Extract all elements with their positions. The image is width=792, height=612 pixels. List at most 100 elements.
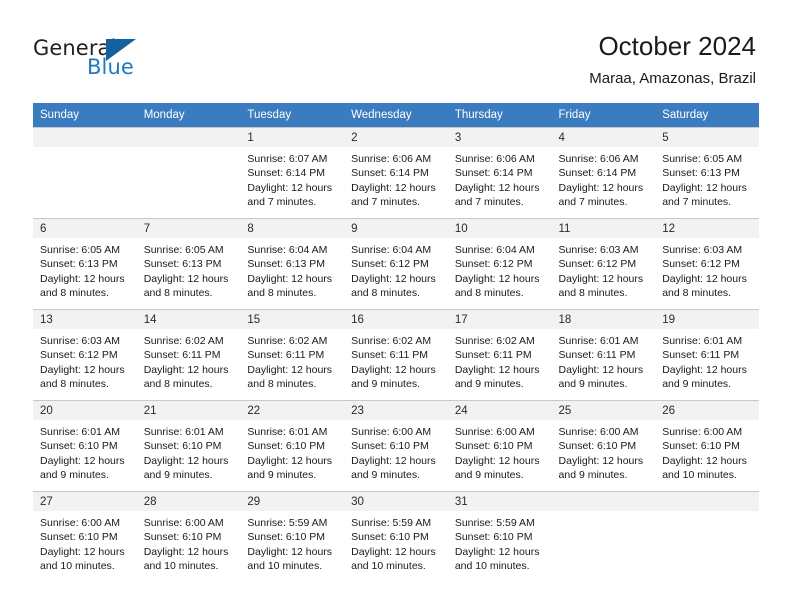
calendar-cell-inner: 21 Sunrise: 6:01 AM Sunset: 6:10 PM Dayligh…: [136, 401, 241, 491]
sunset-time: Sunset: 6:14 PM: [454, 167, 533, 180]
sunset-time: Sunset: 6:11 PM: [247, 349, 325, 362]
calendar-cell-inner: 25 Sunrise: 6:00 AM Sunset: 6:10 PM Dayligh…: [551, 401, 656, 491]
day-number: 27: [33, 492, 137, 511]
calendar-cell-inner: 16 Sunrise: 6:02 AM Sunset: 6:11 PM Dayligh…: [344, 310, 448, 400]
daylight-duration-line1: Daylight: 12 hours: [247, 454, 333, 467]
calendar-day-cell[interactable]: 30 Sunrise: 5:59 AM Sunset: 6:10 PM Dayligh…: [344, 491, 448, 582]
calendar-cell-empty: [655, 491, 759, 582]
day-number: [136, 128, 241, 147]
calendar-cell-inner: 19 Sunrise: 6:01 AM Sunset: 6:11 PM Dayligh…: [655, 310, 759, 400]
calendar-day-cell[interactable]: 17 Sunrise: 6:02 AM Sunset: 6:11 PM Dayligh…: [447, 309, 552, 401]
calendar-day-cell[interactable]: 23 Sunrise: 6:00 AM Sunset: 6:10 PM Dayligh…: [344, 400, 448, 492]
generalblue-logo[interactable]: General Blue: [33, 36, 183, 84]
sunrise-time: Sunrise: 6:06 AM: [558, 153, 639, 165]
daylight-duration-line2: and 10 minutes.: [247, 559, 323, 572]
calendar-day-cell[interactable]: 25 Sunrise: 6:00 AM Sunset: 6:10 PM Dayligh…: [551, 400, 656, 492]
sun-info: Sunrise: 6:02 AM Sunset: 6:11 PM Daylight:…: [344, 329, 448, 391]
sunrise-time: Sunrise: 6:05 AM: [662, 153, 743, 165]
calendar-cell-inner: 10 Sunrise: 6:04 AM Sunset: 6:12 PM Dayligh…: [447, 219, 552, 309]
sunrise-time: Sunrise: 6:03 AM: [40, 335, 120, 347]
calendar-cell-inner: 28 Sunrise: 6:00 AM Sunset: 6:10 PM Dayligh…: [136, 492, 241, 582]
sun-info: Sunrise: 6:06 AM Sunset: 6:14 PM Daylight:…: [448, 147, 552, 209]
calendar-day-cell[interactable]: 18 Sunrise: 6:01 AM Sunset: 6:11 PM Dayligh…: [551, 309, 656, 401]
sunrise-time: Sunrise: 6:04 AM: [454, 244, 535, 256]
calendar-day-cell[interactable]: 2 Sunrise: 6:06 AM Sunset: 6:14 PM Daylight…: [344, 127, 448, 219]
daylight-duration-line2: and 8 minutes.: [40, 286, 109, 299]
calendar-day-cell[interactable]: 24 Sunrise: 6:00 AM Sunset: 6:10 PM Dayligh…: [447, 400, 552, 492]
sunset-time: Sunset: 6:11 PM: [351, 349, 428, 362]
calendar-day-cell[interactable]: 27 Sunrise: 6:00 AM Sunset: 6:10 PM Dayligh…: [33, 491, 137, 582]
calendar-day-cell[interactable]: 10 Sunrise: 6:04 AM Sunset: 6:12 PM Dayligh…: [447, 218, 552, 310]
daylight-duration-line1: Daylight: 12 hours: [247, 272, 333, 285]
daylight-duration-line1: Daylight: 12 hours: [558, 272, 644, 285]
day-number: 1: [240, 128, 345, 147]
sun-info: Sunrise: 5:59 AM Sunset: 6:10 PM Daylight:…: [448, 511, 552, 573]
sunset-time: Sunset: 6:12 PM: [662, 258, 740, 271]
calendar-day-cell[interactable]: 15 Sunrise: 6:02 AM Sunset: 6:11 PM Dayligh…: [240, 309, 345, 401]
day-number: 31: [447, 492, 552, 511]
calendar-day-cell[interactable]: 11 Sunrise: 6:03 AM Sunset: 6:12 PM Dayligh…: [551, 218, 656, 310]
calendar-day-cell[interactable]: 28 Sunrise: 6:00 AM Sunset: 6:10 PM Dayligh…: [136, 491, 241, 582]
sunrise-time: Sunrise: 6:02 AM: [351, 335, 432, 347]
daylight-duration-line2: and 9 minutes.: [351, 468, 420, 481]
day-number: 18: [551, 310, 656, 329]
day-number: 4: [551, 128, 656, 147]
calendar-day-cell[interactable]: 5 Sunrise: 6:05 AM Sunset: 6:13 PM Daylight…: [655, 127, 759, 219]
daylight-duration-line1: Daylight: 12 hours: [143, 363, 229, 376]
calendar-day-cell[interactable]: 20 Sunrise: 6:01 AM Sunset: 6:10 PM Dayligh…: [33, 400, 137, 492]
sunrise-time: Sunrise: 6:04 AM: [247, 244, 328, 256]
daylight-duration-line2: and 7 minutes.: [247, 195, 317, 208]
daylight-duration-line2: and 8 minutes.: [247, 286, 317, 299]
sun-info: Sunrise: 6:00 AM Sunset: 6:10 PM Daylight:…: [137, 511, 241, 573]
sunrise-time: Sunrise: 6:02 AM: [143, 335, 224, 347]
daylight-duration-line1: Daylight: 12 hours: [454, 181, 540, 194]
calendar-day-cell[interactable]: 26 Sunrise: 6:00 AM Sunset: 6:10 PM Dayligh…: [655, 400, 759, 492]
calendar-day-cell[interactable]: 29 Sunrise: 5:59 AM Sunset: 6:10 PM Dayligh…: [240, 491, 345, 582]
calendar-cell-inner: 12 Sunrise: 6:03 AM Sunset: 6:12 PM Dayligh…: [655, 219, 759, 309]
sunset-time: Sunset: 6:10 PM: [143, 531, 222, 544]
daylight-duration-line2: and 10 minutes.: [143, 559, 219, 572]
daylight-duration-line1: Daylight: 12 hours: [351, 272, 436, 285]
calendar-cell-inner: 18 Sunrise: 6:01 AM Sunset: 6:11 PM Dayligh…: [551, 310, 656, 400]
sun-info: Sunrise: 6:03 AM Sunset: 6:12 PM Daylight:…: [33, 329, 137, 391]
daylight-duration-line1: Daylight: 12 hours: [40, 454, 125, 467]
daylight-duration-line1: Daylight: 12 hours: [40, 363, 125, 376]
calendar-day-cell[interactable]: 3 Sunrise: 6:06 AM Sunset: 6:14 PM Daylight…: [447, 127, 552, 219]
calendar-day-cell[interactable]: 13 Sunrise: 6:03 AM Sunset: 6:12 PM Dayligh…: [33, 309, 137, 401]
daylight-duration-line2: and 8 minutes.: [143, 286, 213, 299]
calendar-day-cell[interactable]: 1 Sunrise: 6:07 AM Sunset: 6:14 PM Daylight…: [240, 127, 345, 219]
day-number: 9: [344, 219, 448, 238]
calendar-cell-inner: 14 Sunrise: 6:02 AM Sunset: 6:11 PM Dayligh…: [136, 310, 241, 400]
sunset-time: Sunset: 6:10 PM: [40, 531, 118, 544]
calendar-day-cell[interactable]: 12 Sunrise: 6:03 AM Sunset: 6:12 PM Dayligh…: [655, 218, 759, 310]
daylight-duration-line2: and 7 minutes.: [558, 195, 628, 208]
daylight-duration-line2: and 9 minutes.: [351, 377, 420, 390]
calendar-day-cell[interactable]: 22 Sunrise: 6:01 AM Sunset: 6:10 PM Dayligh…: [240, 400, 345, 492]
calendar-day-cell[interactable]: 21 Sunrise: 6:01 AM Sunset: 6:10 PM Dayligh…: [136, 400, 241, 492]
calendar-page: General Blue October 2024 Maraa, Amazona…: [0, 0, 792, 612]
calendar-day-cell[interactable]: 31 Sunrise: 5:59 AM Sunset: 6:10 PM Dayligh…: [447, 491, 552, 582]
sunrise-time: Sunrise: 6:00 AM: [558, 426, 639, 438]
calendar-day-cell[interactable]: 6 Sunrise: 6:05 AM Sunset: 6:13 PM Daylight…: [33, 218, 137, 310]
calendar-week-row: 20 Sunrise: 6:01 AM Sunset: 6:10 PM Dayligh…: [33, 400, 759, 492]
calendar-cell-inner: 11 Sunrise: 6:03 AM Sunset: 6:12 PM Dayligh…: [551, 219, 656, 309]
day-number: 21: [136, 401, 241, 420]
sun-info: Sunrise: 6:01 AM Sunset: 6:10 PM Daylight:…: [240, 420, 344, 482]
sunrise-time: Sunrise: 6:02 AM: [247, 335, 328, 347]
calendar-day-cell[interactable]: 19 Sunrise: 6:01 AM Sunset: 6:11 PM Dayligh…: [655, 309, 759, 401]
calendar-day-cell[interactable]: 14 Sunrise: 6:02 AM Sunset: 6:11 PM Dayligh…: [136, 309, 241, 401]
day-number: 3: [447, 128, 552, 147]
day-number: 7: [136, 219, 241, 238]
day-number: 8: [240, 219, 345, 238]
calendar-day-cell[interactable]: 4 Sunrise: 6:06 AM Sunset: 6:14 PM Daylight…: [551, 127, 656, 219]
title-block: October 2024 Maraa, Amazonas, Brazil: [589, 30, 756, 89]
sunrise-time: Sunrise: 6:03 AM: [558, 244, 639, 256]
calendar-day-cell[interactable]: 9 Sunrise: 6:04 AM Sunset: 6:12 PM Daylight…: [344, 218, 448, 310]
weekday-header-monday: Monday: [136, 103, 241, 128]
calendar-cell-inner: [655, 492, 759, 582]
day-number: 30: [344, 492, 448, 511]
calendar-day-cell[interactable]: 8 Sunrise: 6:04 AM Sunset: 6:13 PM Daylight…: [240, 218, 345, 310]
calendar-day-cell[interactable]: 16 Sunrise: 6:02 AM Sunset: 6:11 PM Dayligh…: [344, 309, 448, 401]
calendar-day-cell[interactable]: 7 Sunrise: 6:05 AM Sunset: 6:13 PM Daylight…: [136, 218, 241, 310]
calendar-cell-inner: 20 Sunrise: 6:01 AM Sunset: 6:10 PM Dayligh…: [33, 401, 137, 491]
